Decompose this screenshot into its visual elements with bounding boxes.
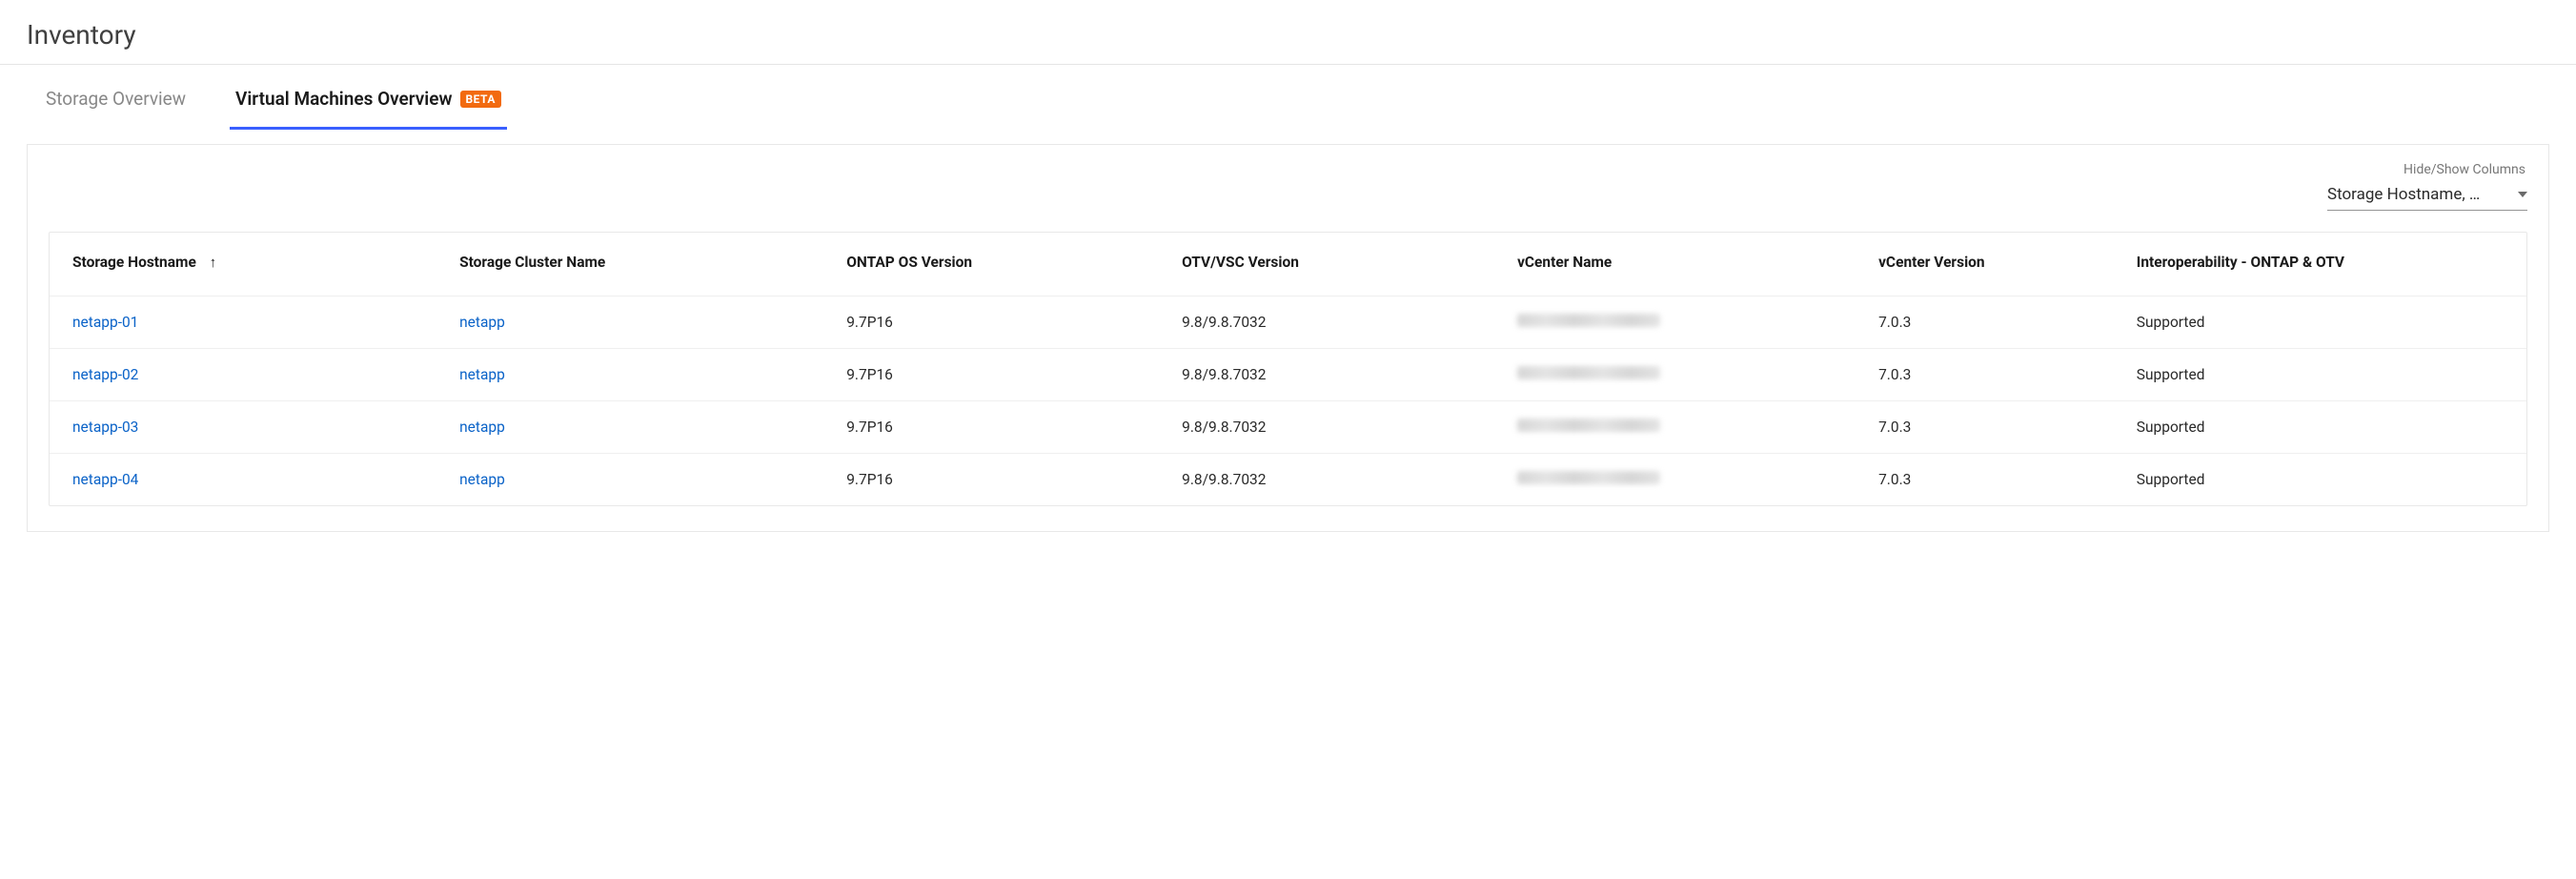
table-header-row: Storage Hostname ↑ Storage Cluster Name … xyxy=(50,233,2526,296)
storage-cluster-link[interactable]: netapp xyxy=(459,471,505,488)
header-label: Storage Hostname xyxy=(72,254,196,271)
storage-hostname-link[interactable]: netapp-04 xyxy=(72,471,138,488)
storage-cluster-link[interactable]: netapp xyxy=(459,314,505,331)
tab-label: Virtual Machines Overview xyxy=(235,88,452,110)
storage-cluster-link[interactable]: netapp xyxy=(459,419,505,436)
col-header-storage-cluster-name[interactable]: Storage Cluster Name xyxy=(436,233,823,296)
storage-hostname-link[interactable]: netapp-03 xyxy=(72,419,138,436)
table-row: netapp-01 netapp 9.7P16 9.8/9.8.7032 7.0… xyxy=(50,296,2526,349)
interop-value: Supported xyxy=(2137,314,2205,331)
col-header-ontap-os-version[interactable]: ONTAP OS Version xyxy=(823,233,1159,296)
columns-select-value: Storage Hostname, … xyxy=(2327,185,2480,204)
header-label: Storage Cluster Name xyxy=(459,254,605,271)
ontap-version-value: 9.7P16 xyxy=(846,419,893,436)
col-header-vcenter-name[interactable]: vCenter Name xyxy=(1494,233,1856,296)
tab-label: Storage Overview xyxy=(46,88,186,110)
ontap-version-value: 9.7P16 xyxy=(846,471,893,488)
header-label: OTV/VSC Version xyxy=(1182,254,1299,271)
beta-badge: BETA xyxy=(460,91,501,108)
vcenter-version-value: 7.0.3 xyxy=(1878,471,1911,488)
interop-value: Supported xyxy=(2137,419,2205,436)
table-row: netapp-04 netapp 9.7P16 9.8/9.8.7032 7.0… xyxy=(50,454,2526,506)
header-label: ONTAP OS Version xyxy=(846,254,972,271)
otv-version-value: 9.8/9.8.7032 xyxy=(1182,471,1266,488)
table-body: netapp-01 netapp 9.7P16 9.8/9.8.7032 7.0… xyxy=(50,296,2526,506)
tab-storage-overview[interactable]: Storage Overview xyxy=(40,69,192,130)
columns-control: Hide/Show Columns Storage Hostname, … xyxy=(49,162,2527,211)
sort-ascending-icon: ↑ xyxy=(210,254,217,271)
header-label: vCenter Version xyxy=(1878,254,1985,271)
vcenter-version-value: 7.0.3 xyxy=(1878,314,1911,331)
ontap-version-value: 9.7P16 xyxy=(846,366,893,383)
tabs-bar: Storage Overview Virtual Machines Overvi… xyxy=(27,69,2549,131)
ontap-version-value: 9.7P16 xyxy=(846,314,893,331)
columns-control-label: Hide/Show Columns xyxy=(2404,162,2527,177)
col-header-interoperability[interactable]: Interoperability - ONTAP & OTV xyxy=(2114,233,2526,296)
vcenter-name-redacted xyxy=(1517,419,1660,432)
inventory-table: Storage Hostname ↑ Storage Cluster Name … xyxy=(50,233,2526,505)
storage-hostname-link[interactable]: netapp-01 xyxy=(72,314,138,331)
col-header-storage-hostname[interactable]: Storage Hostname ↑ xyxy=(50,233,436,296)
vcenter-name-redacted xyxy=(1517,471,1660,484)
vcenter-version-value: 7.0.3 xyxy=(1878,419,1911,436)
chevron-down-icon xyxy=(2518,192,2527,197)
table-row: netapp-02 netapp 9.7P16 9.8/9.8.7032 7.0… xyxy=(50,349,2526,401)
table-row: netapp-03 netapp 9.7P16 9.8/9.8.7032 7.0… xyxy=(50,401,2526,454)
content-card: Hide/Show Columns Storage Hostname, … St… xyxy=(27,144,2549,532)
vcenter-name-redacted xyxy=(1517,314,1660,327)
table-wrap: Storage Hostname ↑ Storage Cluster Name … xyxy=(49,232,2527,506)
page-title: Inventory xyxy=(27,19,2549,64)
columns-select[interactable]: Storage Hostname, … xyxy=(2327,181,2527,211)
tab-vm-overview[interactable]: Virtual Machines Overview BETA xyxy=(230,69,507,130)
header-label: vCenter Name xyxy=(1517,254,1612,271)
header-label: Interoperability - ONTAP & OTV xyxy=(2137,254,2344,271)
storage-hostname-link[interactable]: netapp-02 xyxy=(72,366,138,383)
otv-version-value: 9.8/9.8.7032 xyxy=(1182,366,1266,383)
storage-cluster-link[interactable]: netapp xyxy=(459,366,505,383)
otv-version-value: 9.8/9.8.7032 xyxy=(1182,419,1266,436)
col-header-otv-vsc-version[interactable]: OTV/VSC Version xyxy=(1159,233,1494,296)
interop-value: Supported xyxy=(2137,366,2205,383)
vcenter-version-value: 7.0.3 xyxy=(1878,366,1911,383)
vcenter-name-redacted xyxy=(1517,366,1660,379)
header-divider xyxy=(0,64,2576,65)
interop-value: Supported xyxy=(2137,471,2205,488)
otv-version-value: 9.8/9.8.7032 xyxy=(1182,314,1266,331)
col-header-vcenter-version[interactable]: vCenter Version xyxy=(1856,233,2114,296)
